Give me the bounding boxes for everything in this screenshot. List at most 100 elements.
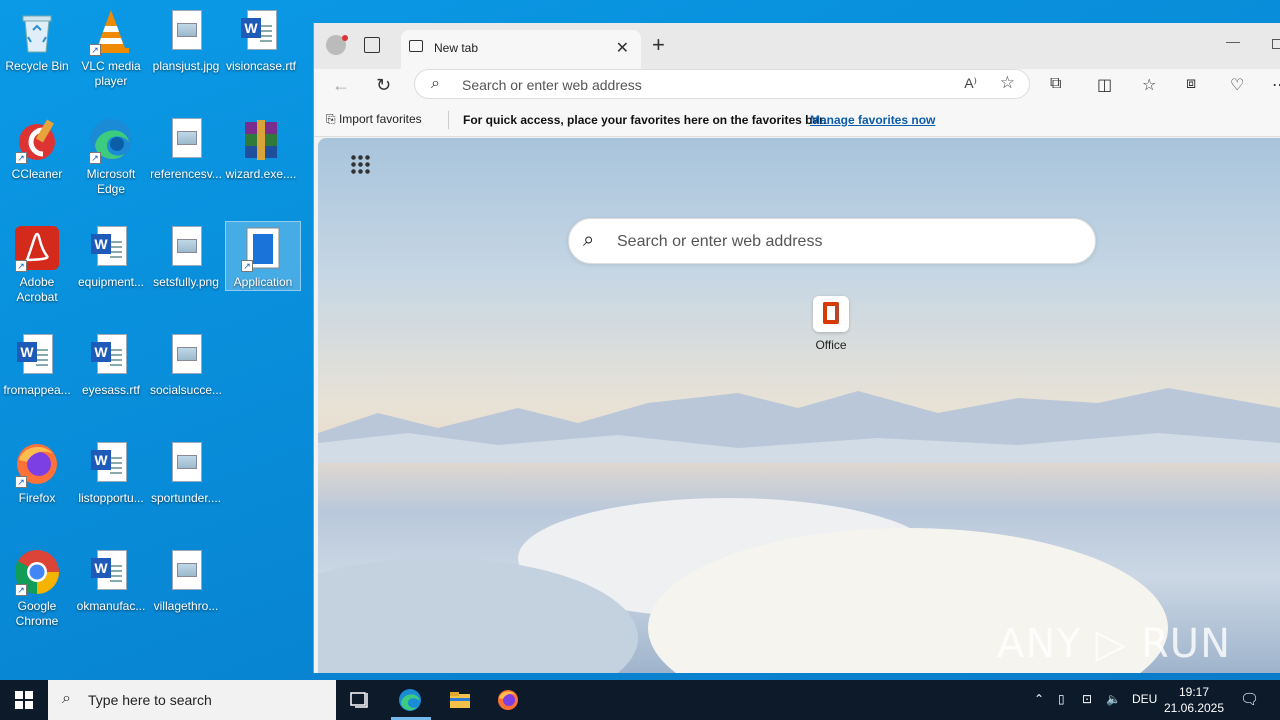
desktop-icon-label: fromappea... xyxy=(3,383,71,397)
maximize-button[interactable] xyxy=(1272,39,1280,49)
add-favorite-star-icon[interactable]: ☆ xyxy=(1000,73,1015,93)
divider xyxy=(448,111,449,129)
image-file-icon xyxy=(162,440,210,488)
desktop-icon-label: Adobe Acrobat xyxy=(16,275,58,304)
desktop-icon-listopportu[interactable]: W listopportu... xyxy=(74,440,148,506)
winrar-archive-icon xyxy=(237,116,285,164)
firefox-icon: ↗ xyxy=(13,440,61,488)
desktop-icon-eyesass[interactable]: W eyesass.rtf xyxy=(74,332,148,398)
desktop-icon-label: visioncase.rtf xyxy=(225,59,297,73)
tab-title: New tab xyxy=(434,41,479,55)
new-tab-button[interactable]: + xyxy=(652,34,665,56)
shortcut-arrow-icon: ↗ xyxy=(241,260,253,272)
extensions-icon[interactable]: ⧉ xyxy=(1050,75,1061,93)
more-menu-icon[interactable]: ⋯ xyxy=(1272,75,1280,95)
desktop-icon-recycle-bin[interactable]: Recycle Bin xyxy=(0,8,74,74)
desktop-icon-label: sportunder.... xyxy=(150,491,222,505)
desktop-icon-application[interactable]: ↗ Application xyxy=(225,221,301,291)
desktop-icon-label: VLC media player xyxy=(81,59,141,88)
manage-favorites-link[interactable]: Manage favorites now xyxy=(810,113,935,127)
address-bar[interactable]: ⌕ Search or enter web address A⁾ ☆ xyxy=(414,69,1030,99)
desktop-icon-label: equipment... xyxy=(77,275,145,289)
desktop-icon-adobe-acrobat[interactable]: ↗ Adobe Acrobat xyxy=(0,224,74,305)
taskbar-search-input[interactable]: Type here to search xyxy=(88,692,212,708)
image-file-icon xyxy=(162,224,210,272)
language-indicator[interactable]: DEU xyxy=(1132,692,1157,706)
google-chrome-icon: ↗ xyxy=(13,548,61,596)
taskbar-search-box[interactable]: ⌕ Type here to search xyxy=(48,680,336,720)
desktop-icon-wizard[interactable]: wizard.exe.... xyxy=(224,116,298,182)
desktop-icon-google-chrome[interactable]: ↗ Google Chrome xyxy=(0,548,74,629)
desktop-icon-villagethro[interactable]: villagethro... xyxy=(149,548,223,614)
close-tab-icon[interactable]: ✕ xyxy=(616,38,629,58)
application-icon: ↗ xyxy=(239,224,287,272)
desktop-icon-referencesv[interactable]: referencesv... xyxy=(149,116,223,182)
desktop-icon-firefox[interactable]: ↗ Firefox xyxy=(0,440,74,506)
ntp-search-input[interactable]: Search or enter web address xyxy=(617,233,822,251)
desktop-icon-setsfully[interactable]: setsfully.png xyxy=(149,224,223,290)
desktop-icon-label: socialsucce... xyxy=(149,383,223,397)
edge-browser-window: New tab ✕ + — ← ↻ ⌕ Search or enter web … xyxy=(313,23,1280,673)
desktop-icon-vlc[interactable]: ↗ VLC media player xyxy=(74,8,148,89)
app-launcher-icon[interactable] xyxy=(350,154,370,174)
minimize-button[interactable]: — xyxy=(1226,33,1240,49)
shortcut-arrow-icon: ↗ xyxy=(89,44,101,56)
tab-new-tab[interactable]: New tab ✕ xyxy=(401,30,641,69)
split-screen-icon[interactable]: ◫ xyxy=(1097,75,1112,95)
navigation-toolbar: ← ↻ ⌕ Search or enter web address A⁾ ☆ ⧉… xyxy=(314,69,1280,105)
favorites-bar: ⎘ Import favorites For quick access, pla… xyxy=(314,105,1280,137)
desktop-icon-visioncase[interactable]: W visioncase.rtf xyxy=(224,8,298,74)
ntp-search-box[interactable]: ⌕ Search or enter web address xyxy=(568,218,1096,264)
anyrun-watermark: ANY ▷ RUN xyxy=(997,621,1231,667)
favorites-icon[interactable]: ☆ xyxy=(1142,75,1156,95)
back-button[interactable]: ← xyxy=(332,75,350,96)
quick-link-office[interactable]: Office xyxy=(801,296,861,352)
show-hidden-icons-chevron-icon[interactable]: ⌃ xyxy=(1034,692,1044,706)
desktop-icon-label: Application xyxy=(233,275,293,289)
task-view-icon[interactable] xyxy=(348,688,372,712)
taskbar: ⌕ Type here to search ⌃ ▯ ⊡ 🔈 DEU 19:17 … xyxy=(0,680,1280,720)
word-document-icon: W xyxy=(87,224,135,272)
desktop-icon-label: eyesass.rtf xyxy=(81,383,141,397)
system-clock[interactable]: 19:17 21.06.2025 xyxy=(1160,684,1228,716)
volume-icon[interactable]: 🔈 xyxy=(1106,692,1121,706)
shortcut-arrow-icon: ↗ xyxy=(15,476,27,488)
firefox-taskbar-icon[interactable] xyxy=(496,688,520,712)
word-document-icon: W xyxy=(237,8,285,56)
desktop-icon-sportunder[interactable]: sportunder.... xyxy=(149,440,223,506)
read-aloud-icon[interactable]: A⁾ xyxy=(964,75,977,92)
desktop-icon-ccleaner[interactable]: ↗ CCleaner xyxy=(0,116,74,182)
browser-essentials-icon[interactable]: ♡ xyxy=(1230,75,1244,95)
desktop-icon-socialsucce[interactable]: socialsucce... xyxy=(149,332,223,398)
new-tab-page-icon xyxy=(409,40,423,52)
file-explorer-icon[interactable] xyxy=(448,688,472,712)
desktop-icon-equipment[interactable]: W equipment... xyxy=(74,224,148,290)
shortcut-arrow-icon: ↗ xyxy=(89,152,101,164)
favorites-bar-hint: For quick access, place your favorites h… xyxy=(463,113,827,127)
tab-actions-icon[interactable] xyxy=(364,37,380,53)
network-icon[interactable]: ⊡ xyxy=(1082,692,1092,706)
quick-link-label: Office xyxy=(815,338,847,352)
desktop-icon-plansjust[interactable]: plansjust.jpg xyxy=(149,8,223,74)
device-icon[interactable]: ▯ xyxy=(1058,692,1065,706)
word-document-icon: W xyxy=(13,332,61,380)
clock-date: 21.06.2025 xyxy=(1163,701,1225,715)
search-icon: ⌕ xyxy=(62,690,71,707)
image-file-icon xyxy=(162,116,210,164)
notification-center-icon[interactable]: 🗨 xyxy=(1240,690,1259,708)
address-input[interactable]: Search or enter web address xyxy=(462,77,642,93)
word-document-icon: W xyxy=(87,440,135,488)
desktop-icon-label: Google Chrome xyxy=(15,599,59,628)
microsoft-edge-icon: ↗ xyxy=(87,116,135,164)
collections-icon[interactable]: ⧈ xyxy=(1186,75,1196,93)
desktop-icon-label: referencesv... xyxy=(150,167,222,181)
word-document-icon: W xyxy=(87,332,135,380)
refresh-button[interactable]: ↻ xyxy=(376,75,391,96)
desktop-icon-okmanufac[interactable]: W okmanufac... xyxy=(74,548,148,614)
mountain-background xyxy=(318,388,1280,463)
import-favorites-button[interactable]: ⎘ Import favorites xyxy=(326,112,422,127)
windows-start-icon[interactable] xyxy=(15,691,33,709)
microsoft-edge-taskbar-icon[interactable] xyxy=(398,688,422,712)
desktop-icon-fromappea[interactable]: W fromappea... xyxy=(0,332,74,398)
desktop-icon-microsoft-edge[interactable]: ↗ Microsoft Edge xyxy=(74,116,148,197)
